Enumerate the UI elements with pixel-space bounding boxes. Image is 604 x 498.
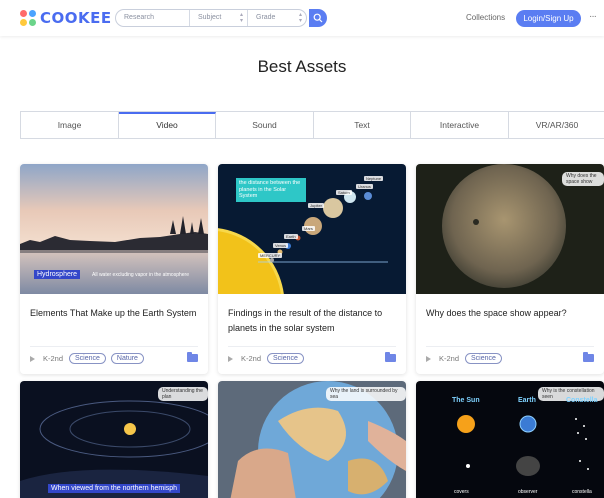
planet-label: Mars (302, 226, 315, 231)
tab-sound[interactable]: Sound (216, 112, 314, 138)
thumbnail-label: The Sun (452, 397, 480, 404)
planet-label: Jupiter (308, 203, 325, 208)
thumbnail-badge: Understanding the plan (158, 387, 208, 401)
asset-card-thumbnail[interactable]: Why the land is surrounded by sea (218, 381, 406, 498)
tag-pill[interactable]: Nature (110, 353, 144, 364)
search-bar: Research Subject ▴ ▾ Grade ▴ ▾ (115, 9, 307, 27)
grade-select-label: Grade (256, 14, 276, 21)
tab-text[interactable]: Text (314, 112, 411, 138)
subject-select[interactable]: Subject ▴ ▾ (190, 10, 248, 26)
asset-card-thumbnail[interactable]: Understanding the plan When viewed from … (20, 381, 208, 498)
planet-label: Venus (273, 243, 289, 248)
asset-card[interactable]: Hydrosphere All water excluding vapor in… (20, 164, 208, 374)
subject-select-label: Subject (198, 14, 222, 21)
thumbnail-tag: Hydrosphere (34, 270, 81, 279)
card-title[interactable]: Elements That Make up the Earth System (30, 306, 200, 321)
logo-text: COOKEE (40, 9, 112, 27)
thumbnail-label: constella (572, 489, 592, 495)
logo-icon (20, 10, 36, 26)
card-title[interactable]: Findings in the result of the distance t… (228, 306, 398, 336)
chevron-updown-icon: ▴ ▾ (239, 12, 243, 24)
tab-interactive[interactable]: Interactive (411, 112, 509, 138)
folder-icon[interactable] (187, 352, 198, 362)
video-thumbnail[interactable]: the distance between the planets in the … (218, 164, 406, 294)
card-meta: K-2nd Science (426, 353, 507, 364)
thumbnail-badge: Why the land is surrounded by sea (326, 387, 406, 401)
tag-pill[interactable]: Science (267, 353, 304, 364)
asset-type-tabs: Image Video Sound Text Interactive VR/AR… (20, 111, 604, 139)
thumbnail-caption: All water excluding vapor in the atmosph… (92, 272, 189, 278)
thumbnail-label: observer (518, 489, 538, 495)
divider (426, 346, 594, 347)
planet-label: Saturn (336, 190, 352, 195)
video-thumbnail[interactable]: Hydrosphere All water excluding vapor in… (20, 164, 208, 294)
planet-label: Uranus (356, 184, 373, 189)
planet-label: Earth (284, 234, 298, 239)
thumbnail-label: Constella (566, 397, 598, 404)
page-title: Best Assets (257, 57, 347, 76)
play-icon (30, 355, 35, 362)
play-icon (228, 355, 233, 362)
divider (228, 346, 396, 347)
folder-icon[interactable] (583, 352, 594, 362)
card-title[interactable]: Why does the space show appear? (426, 306, 596, 321)
tab-video[interactable]: Video (119, 112, 216, 138)
grade-label: K-2nd (241, 354, 262, 363)
asset-card-thumbnail[interactable]: Why is the constellation seen The Sun Ea… (416, 381, 604, 498)
chevron-updown-icon: ▴ ▾ (298, 12, 302, 24)
search-button[interactable] (309, 9, 327, 27)
thumbnail-caption: When viewed from the northern hemisph (48, 484, 181, 493)
tag-pill[interactable]: Science (465, 353, 502, 364)
grade-select[interactable]: Grade ▴ ▾ (248, 10, 306, 26)
collections-link[interactable]: Collections (466, 13, 505, 22)
more-menu-icon[interactable]: ··· (589, 11, 597, 22)
video-thumbnail[interactable]: Why does the space show (416, 164, 604, 294)
planet-label: MERCURY (258, 253, 283, 258)
card-meta: K-2nd Science (228, 353, 309, 364)
logo[interactable]: COOKEE (20, 9, 112, 27)
top-header: COOKEE Research Subject ▴ ▾ Grade ▴ ▾ Coll… (0, 0, 604, 36)
folder-icon[interactable] (385, 352, 396, 362)
divider (30, 346, 198, 347)
thumbnail-heading: the distance between the planets in the … (236, 178, 306, 202)
thumbnail-badge: Why does the space show (562, 172, 604, 186)
play-icon (426, 355, 431, 362)
tab-vr-ar-360[interactable]: VR/AR/360 (509, 112, 604, 138)
asset-card[interactable]: Why does the space show Why does the spa… (416, 164, 604, 374)
thumbnail-label: Earth (518, 397, 536, 404)
grade-label: K-2nd (43, 354, 64, 363)
search-icon (313, 13, 323, 23)
tag-pill[interactable]: Science (69, 353, 106, 364)
login-signup-button[interactable]: Login/Sign Up (516, 10, 581, 27)
tab-image[interactable]: Image (21, 112, 119, 138)
thumbnail-label: covers (454, 489, 469, 495)
planet-label: Neptune (364, 176, 384, 181)
card-meta: K-2nd Science Nature (30, 353, 149, 364)
grade-label: K-2nd (439, 354, 460, 363)
search-input[interactable]: Research (116, 10, 190, 26)
asset-card[interactable]: the distance between the planets in the … (218, 164, 406, 374)
